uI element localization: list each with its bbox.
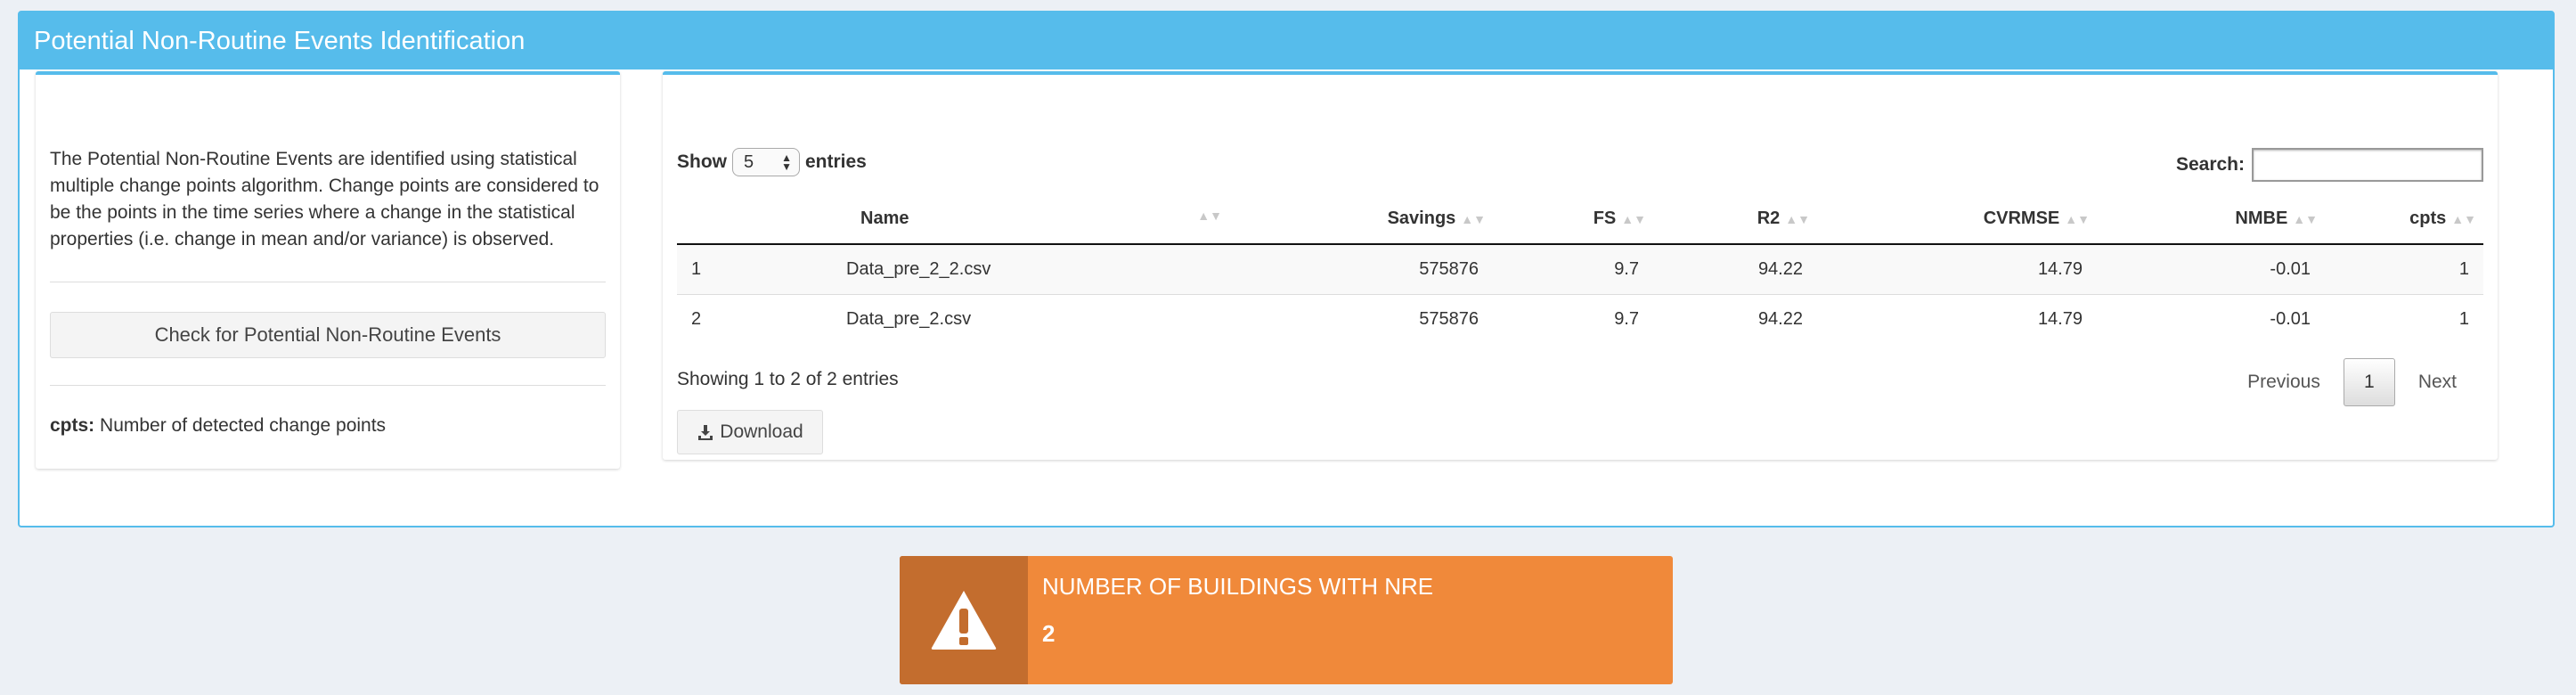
page-length-control: Show 5 ▲ ▼ entries <box>677 148 867 176</box>
cpts-legend-key: cpts: <box>50 415 95 436</box>
cpts-legend: cpts: Number of detected change points <box>50 415 386 437</box>
results-panel: Show 5 ▲ ▼ entries Search: Name ▲▼ Savings… <box>663 71 2498 460</box>
table-row[interactable]: 1 Data_pre_2_2.csv 575876 9.7 94.22 14.7… <box>677 243 2483 294</box>
page-length-select[interactable]: 5 ▲ ▼ <box>732 148 800 176</box>
search-input[interactable] <box>2252 148 2483 182</box>
previous-button[interactable]: Previous <box>2224 372 2344 393</box>
cell-fs: 9.7 <box>1493 293 1653 344</box>
sort-icon: ▲▼ <box>1621 212 1646 226</box>
cell-r2: 94.22 <box>1653 293 1817 344</box>
infobox-content: NUMBER OF BUILDINGS WITH NRE 2 <box>1028 556 1447 684</box>
cell-cvrmse: 14.79 <box>1817 243 2097 294</box>
sort-icon: ▲▼ <box>1461 212 1486 226</box>
search-control: Search: <box>2176 148 2483 182</box>
column-header-name[interactable]: Name ▲▼ <box>730 194 1229 245</box>
description-text: The Potential Non-Routine Events are ide… <box>50 149 599 249</box>
show-label: Show <box>677 151 727 172</box>
cell-index: 2 <box>677 293 730 344</box>
cell-cvrmse: 14.79 <box>1817 293 2097 344</box>
infobox-icon-area <box>900 556 1028 684</box>
cell-cpts: 1 <box>2325 293 2483 344</box>
box-title: Potential Non-Routine Events Identificat… <box>20 12 2553 70</box>
nre-count-infobox: NUMBER OF BUILDINGS WITH NRE 2 <box>900 556 1673 684</box>
column-header-savings[interactable]: Savings ▲▼ <box>1229 194 1493 245</box>
cell-nmbe: -0.01 <box>2097 293 2325 344</box>
page-length-value: 5 <box>744 151 754 172</box>
check-nre-button[interactable]: Check for Potential Non-Routine Events <box>50 312 606 358</box>
entries-label: entries <box>805 151 867 172</box>
cell-name: Data_pre_2.csv <box>730 293 1229 344</box>
column-header-fs[interactable]: FS ▲▼ <box>1493 194 1653 245</box>
cell-index: 1 <box>677 243 730 294</box>
table-info: Showing 1 to 2 of 2 entries <box>677 369 899 389</box>
download-button[interactable]: Download <box>677 410 823 454</box>
cell-name: Data_pre_2_2.csv <box>730 243 1229 294</box>
download-icon <box>698 425 713 440</box>
column-header-cvrmse[interactable]: CVRMSE ▲▼ <box>1817 194 2097 245</box>
sort-icon: ▲▼ <box>2293 212 2318 226</box>
updown-icon: ▲ ▼ <box>781 151 792 173</box>
cell-savings: 575876 <box>1229 243 1493 294</box>
pagination: Previous 1 Next <box>2224 358 2480 406</box>
column-header-nmbe[interactable]: NMBE ▲▼ <box>2097 194 2325 245</box>
description-panel: The Potential Non-Routine Events are ide… <box>36 71 620 469</box>
sort-icon: ▲▼ <box>1197 208 1222 223</box>
sort-icon: ▲▼ <box>2065 212 2090 226</box>
warning-icon <box>931 591 997 650</box>
search-label: Search: <box>2175 154 2245 175</box>
cpts-legend-text: Number of detected change points <box>94 415 387 436</box>
cell-savings: 575876 <box>1229 293 1493 344</box>
column-header-cpts[interactable]: cpts ▲▼ <box>2325 194 2483 245</box>
cell-cpts: 1 <box>2325 243 2483 294</box>
infobox-title: NUMBER OF BUILDINGS WITH NRE <box>1042 573 1434 600</box>
results-table: Name ▲▼ Savings ▲▼ FS ▲▼ R2 ▲▼ CVRMSE ▲▼ NMBE… <box>677 194 2483 344</box>
column-header-r2[interactable]: R2 ▲▼ <box>1653 194 1817 245</box>
cell-r2: 94.22 <box>1653 243 1817 294</box>
divider <box>50 385 606 386</box>
column-header-index[interactable] <box>677 194 730 245</box>
page-button-1[interactable]: 1 <box>2343 358 2395 406</box>
next-button[interactable]: Next <box>2395 372 2480 393</box>
cell-nmbe: -0.01 <box>2097 243 2325 294</box>
infobox-value: 2 <box>1042 620 1056 647</box>
table-row[interactable]: 2 Data_pre_2.csv 575876 9.7 94.22 14.79 … <box>677 293 2483 344</box>
sort-icon: ▲▼ <box>2451 212 2476 226</box>
cell-fs: 9.7 <box>1493 243 1653 294</box>
download-label: Download <box>720 421 803 442</box>
sort-icon: ▲▼ <box>1785 212 1810 226</box>
